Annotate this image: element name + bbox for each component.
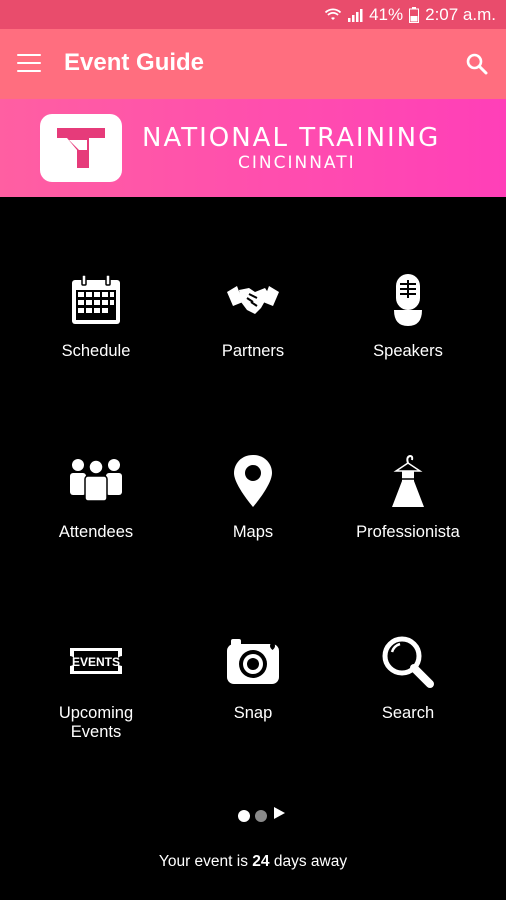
tile-snap[interactable]: Snap (175, 634, 331, 723)
dress-icon (392, 454, 424, 507)
signal-icon (347, 8, 363, 22)
banner-subtitle: CINCINNATI (238, 153, 356, 173)
banner-title: NATIONAL TRAINING (142, 123, 441, 153)
tile-upcoming-events[interactable]: EVENTS Upcoming Events (18, 634, 174, 742)
t-logo-icon (40, 114, 122, 182)
tile-label: Snap (233, 704, 273, 722)
tile-partners[interactable]: Partners (175, 272, 331, 361)
menu-icon[interactable] (17, 54, 41, 72)
status-bar: 41% 2:07 a.m. (0, 0, 506, 29)
page-dot[interactable] (255, 809, 267, 822)
tile-label: Partners (221, 342, 285, 360)
tile-label: Professionista (356, 523, 460, 541)
tile-label: Upcoming Events (58, 704, 134, 741)
tile-maps[interactable]: Maps (175, 453, 331, 542)
battery-icon (409, 6, 420, 23)
tile-label: Attendees (58, 523, 134, 541)
map-pin-icon (234, 455, 272, 507)
events-ticket-icon: EVENTS (70, 648, 122, 674)
next-page-icon[interactable] (272, 806, 286, 825)
page-dot-active[interactable] (238, 809, 250, 822)
countdown-days: 24 (252, 853, 270, 870)
app-bar: Event Guide (0, 29, 506, 99)
search-icon[interactable] (466, 53, 488, 75)
tile-label: Maps (232, 523, 274, 541)
tile-label: Schedule (61, 342, 131, 360)
tile-label: Speakers (373, 342, 443, 360)
tile-speakers[interactable]: Speakers (330, 272, 486, 361)
battery-percent: 41% (369, 4, 404, 24)
camera-icon (227, 639, 279, 684)
event-countdown: Your event is 24 days away (0, 853, 506, 871)
calendar-icon (72, 274, 120, 324)
tile-professionista[interactable]: Professionista (330, 453, 486, 542)
tile-schedule[interactable]: Schedule (18, 272, 174, 361)
handshake-icon (227, 286, 279, 314)
magnifier-icon (382, 636, 434, 688)
event-banner: NATIONAL TRAINING CINCINNATI (0, 99, 506, 197)
countdown-suffix: days away (273, 853, 348, 870)
tile-attendees[interactable]: Attendees (18, 453, 174, 542)
tile-label: Search (381, 704, 435, 722)
people-icon (70, 459, 122, 502)
countdown-prefix: Your event is (158, 853, 248, 870)
clock: 2:07 a.m. (425, 4, 496, 24)
page-indicator[interactable] (238, 806, 286, 825)
wifi-icon (325, 8, 342, 22)
microphone-icon (394, 274, 422, 326)
svg-text:EVENTS: EVENTS (72, 655, 120, 669)
page-title: Event Guide (64, 49, 205, 76)
tile-search[interactable]: Search (330, 634, 486, 723)
